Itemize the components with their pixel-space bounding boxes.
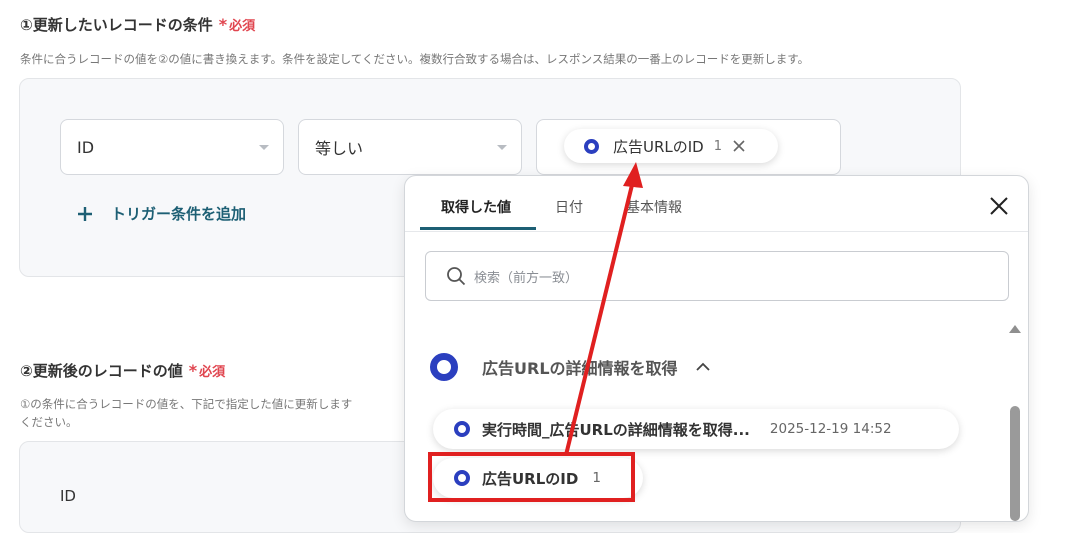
annotation-arrow <box>564 162 643 456</box>
